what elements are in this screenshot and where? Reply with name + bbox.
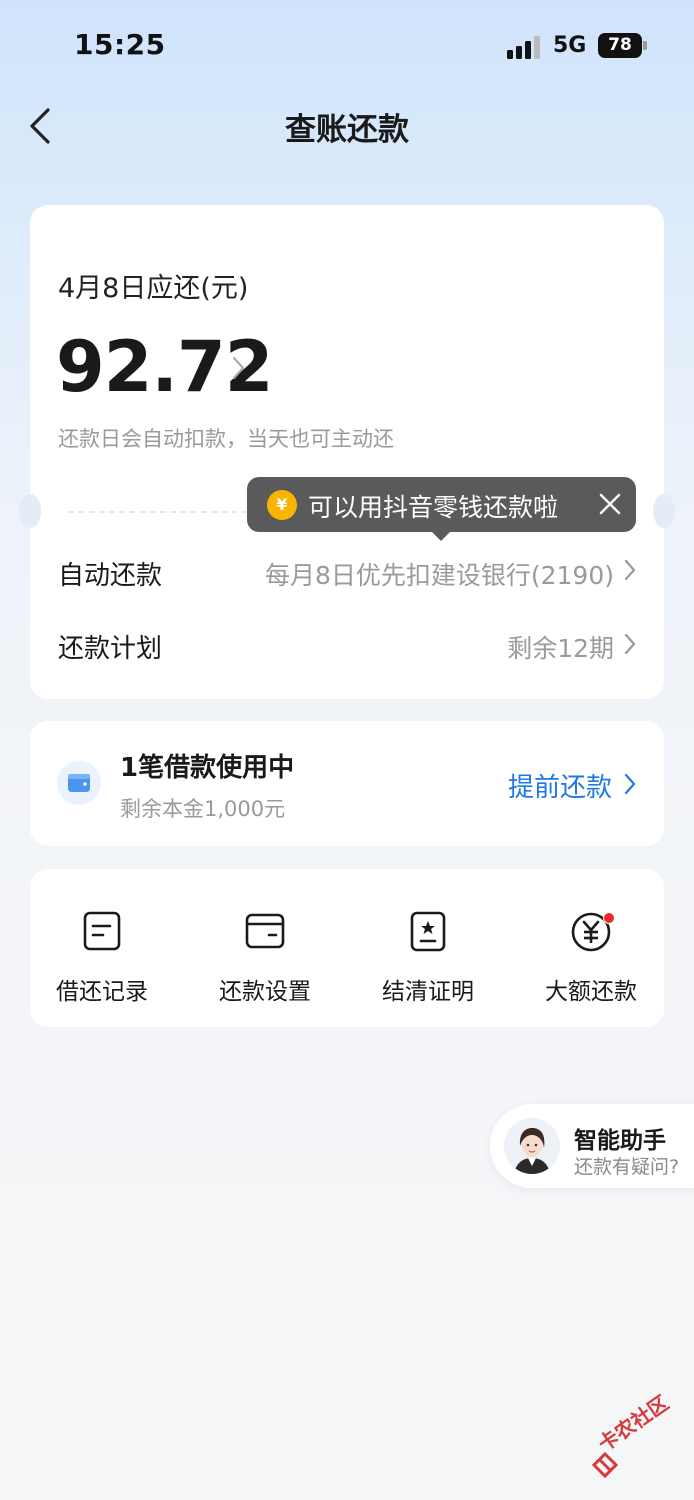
remaining-principal: 剩余本金1,000元 [120,797,286,821]
card-icon [245,913,285,949]
chevron-right-icon [624,633,636,655]
battery-tip [643,41,647,50]
record-icon [83,911,121,951]
auto-repay-label: 自动还款 [58,561,163,591]
loan-title: 1笔借款使用中 [120,753,295,783]
repay-plan-value: 剩余12期 [507,634,614,663]
wallet-icon [57,761,101,805]
certificate-icon [410,911,446,952]
tool-label: 大额还款 [545,979,637,1005]
tooltip-text: 可以用抖音零钱还款啦 [308,493,559,522]
watermark-logo-icon [592,1452,618,1478]
network-type: 5G [553,33,587,58]
status-time: 15:25 [74,28,166,61]
tool-label: 还款设置 [219,979,311,1005]
signal-icon [507,35,543,59]
battery-icon: 78 [598,33,642,58]
tool-label: 借还记录 [56,979,148,1005]
assistant-title: 智能助手 [574,1128,666,1154]
repay-plan-label: 还款计划 [58,634,163,664]
card-notch-right [653,494,675,528]
due-date-label: 4月8日应还(元) [58,273,249,304]
tool-label: 结清证明 [382,979,474,1005]
avatar [504,1118,560,1174]
auto-repay-value: 每月8日优先扣建设银行(2190) [264,561,614,590]
watermark-text: 卡农社区 [593,1390,673,1457]
assistant-subtitle: 还款有疑问? [574,1156,680,1178]
new-badge [603,912,615,924]
prepay-button[interactable]: 提前还款 [508,767,612,804]
auto-debit-hint: 还款日会自动扣款，当天也可主动还 [58,427,394,451]
card-notch-left [19,494,41,528]
coin-icon: ¥ [267,490,297,520]
divider [68,511,258,513]
close-icon[interactable] [598,492,622,516]
chevron-right-icon[interactable] [623,772,637,796]
chevron-right-icon[interactable] [230,355,246,381]
page-title: 查账还款 [285,112,409,148]
chevron-right-icon [624,559,636,581]
